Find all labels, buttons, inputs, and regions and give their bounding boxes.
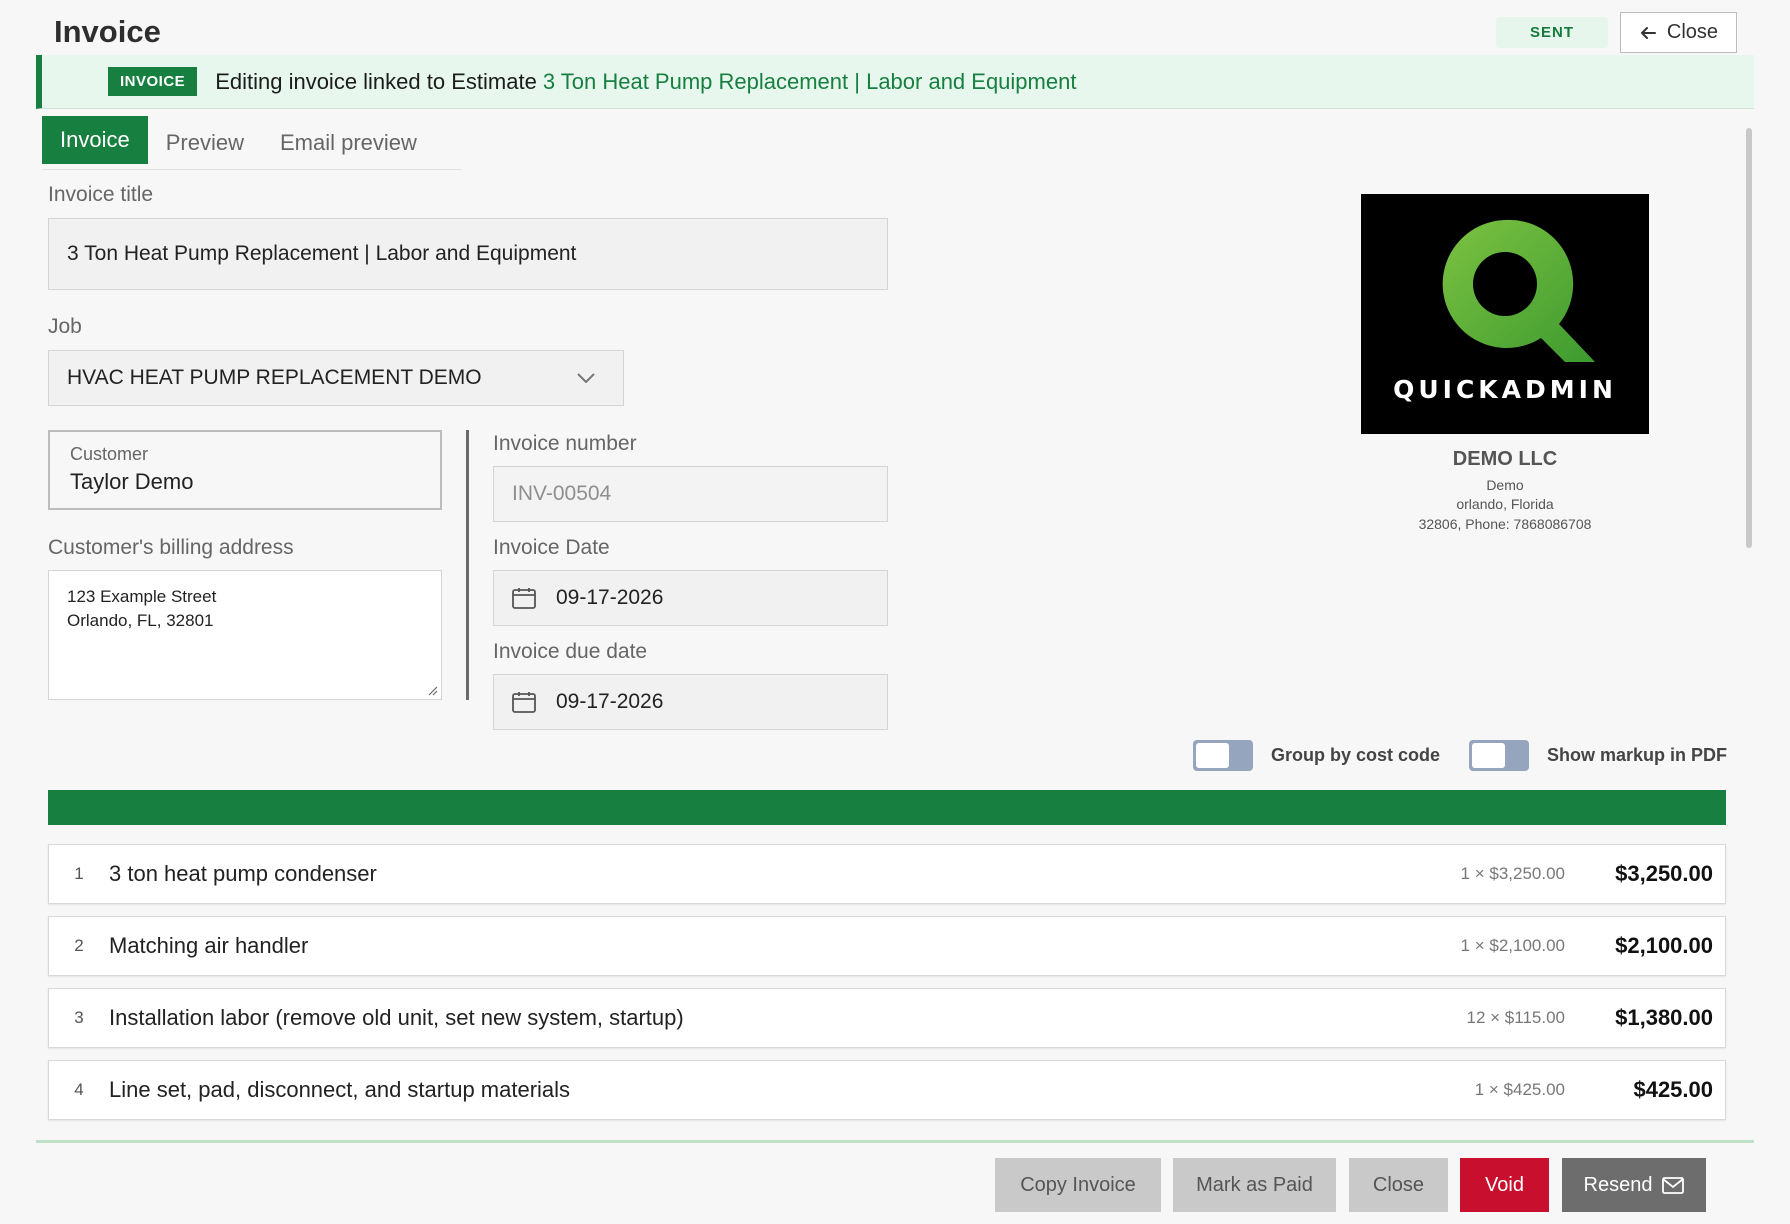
invoice-title-label: Invoice title: [48, 183, 154, 206]
show-markup-row: Show markup in PDF: [1469, 740, 1727, 771]
invoice-title-input[interactable]: 3 Ton Heat Pump Replacement | Labor and …: [48, 218, 888, 290]
arrow-left-icon: [1640, 26, 1656, 39]
resend-button-label: Resend: [1583, 1173, 1653, 1196]
status-badge: SENT: [1496, 17, 1608, 48]
line-item-row[interactable]: 1 3 ton heat pump condenser 1 × $3,250.0…: [48, 844, 1726, 904]
section-divider: [466, 430, 469, 700]
page-title: Invoice: [54, 14, 161, 49]
billing-address-textarea[interactable]: 123 Example Street Orlando, FL, 32801: [48, 570, 442, 700]
due-date-label: Invoice due date: [493, 640, 648, 663]
customer-value: Taylor Demo: [70, 469, 194, 494]
toggle-knob: [1472, 743, 1505, 768]
footer-divider: [36, 1140, 1754, 1143]
calendar-icon: [512, 692, 536, 713]
line-item-row[interactable]: 3 Installation labor (remove old unit, s…: [48, 988, 1726, 1048]
billing-line-1: 123 Example Street: [67, 587, 217, 606]
line-item-description: 3 ton heat pump condenser: [109, 861, 377, 886]
line-item-description: Line set, pad, disconnect, and startup m…: [109, 1077, 571, 1102]
company-name: DEMO LLC: [1452, 448, 1558, 470]
group-by-cost-code-row: Group by cost code: [1193, 740, 1440, 771]
banner-tag: INVOICE: [108, 67, 198, 96]
line-item-amount: $425.00: [1633, 1077, 1713, 1102]
line-item-number: 1: [74, 864, 84, 883]
line-item-amount: $2,100.00: [1615, 933, 1713, 958]
line-item-row[interactable]: 2 Matching air handler 1 × $2,100.00 $2,…: [48, 916, 1726, 976]
job-value: HVAC HEAT PUMP REPLACEMENT DEMO: [67, 366, 482, 389]
billing-address-label: Customer's billing address: [48, 536, 294, 559]
due-date-input[interactable]: 09-17-2026: [493, 674, 888, 730]
invoice-number-input: INV-00504: [493, 466, 888, 522]
invoice-date-value: 09-17-2026: [556, 586, 664, 609]
quickadmin-logo-icon: QUICKADMIN: [1393, 219, 1617, 404]
group-by-cost-code-label: Group by cost code: [1271, 745, 1441, 765]
copy-invoice-button[interactable]: Copy Invoice: [995, 1158, 1161, 1212]
show-markup-label: Show markup in PDF: [1547, 745, 1728, 765]
line-item-qty: 1 × $425.00: [1474, 1080, 1565, 1099]
line-item-number: 3: [74, 1008, 84, 1027]
line-item-amount: $1,380.00: [1615, 1005, 1713, 1030]
resend-button[interactable]: Resend: [1562, 1158, 1706, 1212]
line-item-description: Matching air handler: [109, 933, 309, 958]
line-item-description: Installation labor (remove old unit, set…: [109, 1005, 684, 1030]
invoice-date-input[interactable]: 09-17-2026: [493, 570, 888, 626]
group-by-cost-code-toggle[interactable]: [1193, 740, 1253, 771]
chevron-down-icon: [577, 373, 595, 383]
calendar-icon: [512, 588, 536, 609]
invoice-number-label: Invoice number: [493, 432, 637, 455]
estimate-link[interactable]: 3 Ton Heat Pump Replacement | Labor and …: [543, 69, 1077, 95]
tab-preview[interactable]: Preview: [148, 116, 262, 169]
line-item-row[interactable]: 4 Line set, pad, disconnect, and startup…: [48, 1060, 1726, 1120]
tab-bar: Invoice Preview Email preview: [42, 116, 462, 170]
company-line-3: 32806, Phone: 7868086708: [1418, 516, 1592, 532]
customer-label: Customer: [70, 444, 149, 464]
line-item-amount: $3,250.00: [1615, 861, 1713, 886]
linked-estimate-banner: INVOICE Editing invoice linked to Estima…: [36, 55, 1754, 109]
void-button[interactable]: Void: [1460, 1158, 1549, 1212]
company-logo: QUICKADMIN: [1361, 194, 1649, 434]
close-button-label: Close: [1666, 21, 1719, 43]
mark-as-paid-button[interactable]: Mark as Paid: [1173, 1158, 1336, 1212]
tab-email-preview[interactable]: Email preview: [262, 116, 435, 169]
tab-invoice[interactable]: Invoice: [42, 116, 148, 164]
invoice-title-value: 3 Ton Heat Pump Replacement | Labor and …: [67, 242, 577, 265]
resize-handle-icon[interactable]: [428, 686, 438, 696]
line-item-number: 2: [74, 936, 84, 955]
line-item-qty: 1 × $2,100.00: [1460, 936, 1565, 955]
scrollbar[interactable]: [1746, 128, 1752, 548]
line-item-qty: 12 × $115.00: [1466, 1008, 1565, 1027]
line-items-header-bar: [48, 790, 1726, 825]
close-footer-button[interactable]: Close: [1349, 1158, 1448, 1212]
line-item-qty: 1 × $3,250.00: [1460, 864, 1565, 883]
job-label: Job: [48, 315, 82, 338]
company-line-2: orlando, Florida: [1456, 496, 1554, 512]
invoice-number-value: INV-00504: [512, 482, 612, 505]
due-date-value: 09-17-2026: [556, 690, 664, 713]
invoice-date-label: Invoice Date: [493, 536, 610, 559]
show-markup-toggle[interactable]: [1469, 740, 1529, 771]
envelope-icon: [1662, 1176, 1685, 1194]
line-item-number: 4: [74, 1080, 84, 1099]
job-select[interactable]: HVAC HEAT PUMP REPLACEMENT DEMO: [48, 350, 624, 406]
company-line-1: Demo: [1486, 477, 1524, 493]
close-button[interactable]: Close: [1620, 12, 1737, 53]
banner-text: Editing invoice linked to Estimate: [215, 68, 537, 94]
billing-line-2: Orlando, FL, 32801: [67, 611, 214, 630]
logo-wordmark: QUICKADMIN: [1393, 375, 1617, 404]
customer-field[interactable]: Customer Taylor Demo: [48, 430, 442, 510]
toggle-knob: [1196, 743, 1229, 768]
